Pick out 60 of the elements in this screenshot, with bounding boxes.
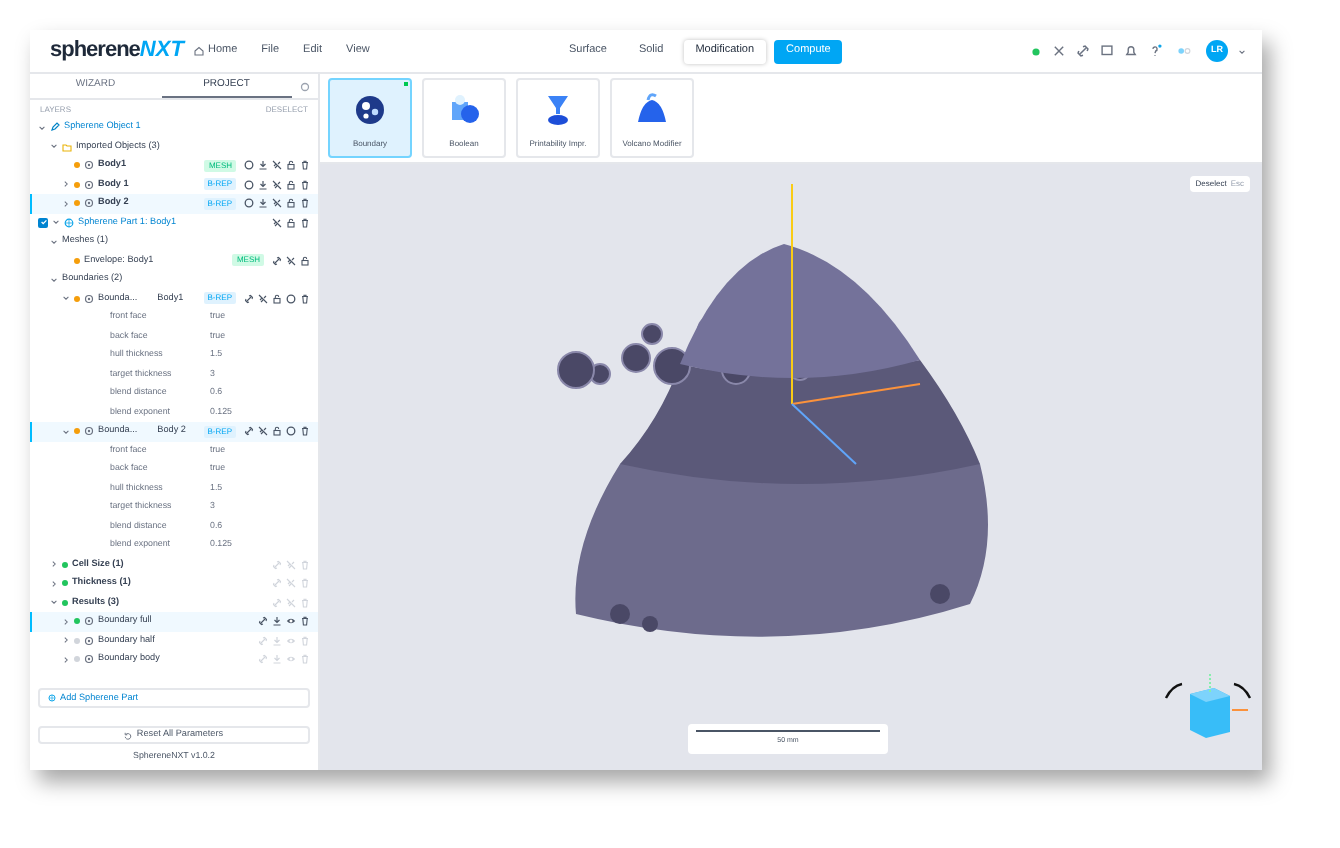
- checkbox[interactable]: [38, 217, 48, 228]
- status-dot-icon: [1030, 45, 1042, 57]
- chevron-right-icon[interactable]: [62, 617, 70, 626]
- link-icon[interactable]: [272, 255, 282, 266]
- link-icon[interactable]: [244, 293, 254, 304]
- chevron-right-icon[interactable]: [50, 560, 58, 569]
- delete-icon[interactable]: [300, 198, 310, 209]
- delete-icon[interactable]: [300, 616, 310, 627]
- delete-icon[interactable]: [300, 293, 310, 304]
- circle-icon[interactable]: [244, 179, 254, 190]
- link-icon[interactable]: [258, 616, 268, 627]
- circle-icon[interactable]: [286, 293, 296, 304]
- delete-icon[interactable]: [300, 426, 310, 437]
- lock-icon[interactable]: [286, 179, 296, 190]
- lock-icon[interactable]: [272, 426, 282, 437]
- unlink-icon[interactable]: [272, 198, 282, 209]
- link-icon[interactable]: [1076, 44, 1090, 58]
- chevron-right-icon[interactable]: [62, 636, 70, 645]
- eye-icon[interactable]: [286, 616, 296, 627]
- delete-icon[interactable]: [300, 160, 310, 171]
- unlink-icon[interactable]: [272, 160, 282, 171]
- settings-icon[interactable]: [300, 81, 310, 91]
- unlink-icon[interactable]: [272, 217, 282, 228]
- link-icon[interactable]: [244, 426, 254, 437]
- folder-icon: [62, 141, 72, 152]
- download-icon[interactable]: [272, 616, 282, 627]
- circle-icon[interactable]: [286, 426, 296, 437]
- chevron-right-icon[interactable]: [62, 655, 70, 664]
- delete-icon[interactable]: [300, 217, 310, 228]
- sphere-icon: [350, 90, 390, 130]
- caret-icon[interactable]: [1238, 47, 1246, 55]
- unlink-icon[interactable]: [286, 255, 296, 266]
- reset-icon: [124, 731, 133, 740]
- logo-suffix: NXT: [139, 36, 184, 67]
- theme-toggle-icon[interactable]: [1172, 44, 1196, 58]
- bell-icon[interactable]: [1124, 44, 1138, 58]
- download-icon[interactable]: [258, 160, 268, 171]
- unlink-icon[interactable]: [258, 426, 268, 437]
- lock-icon[interactable]: [286, 160, 296, 171]
- home-icon: [194, 46, 204, 56]
- lock-icon[interactable]: [300, 255, 310, 266]
- logo-wordmark: spherene: [50, 36, 140, 67]
- check-icon: [39, 218, 47, 227]
- unlink-icon[interactable]: [258, 293, 268, 304]
- lock-icon[interactable]: [272, 293, 282, 304]
- help-icon[interactable]: [1148, 44, 1162, 58]
- chevron-right-icon[interactable]: [62, 199, 70, 208]
- chevron-right-icon[interactable]: [62, 180, 70, 189]
- circle-icon[interactable]: [244, 160, 254, 171]
- sphere-icon: [64, 217, 74, 228]
- sphere-icon: [48, 694, 56, 703]
- circle-icon[interactable]: [244, 198, 254, 209]
- pencil-icon: [50, 122, 60, 133]
- unlink-icon[interactable]: [272, 179, 282, 190]
- download-icon[interactable]: [258, 198, 268, 209]
- lock-icon[interactable]: [286, 198, 296, 209]
- chevron-right-icon[interactable]: [50, 579, 58, 588]
- lock-icon[interactable]: [286, 217, 296, 228]
- delete-icon[interactable]: [300, 179, 310, 190]
- download-icon[interactable]: [258, 179, 268, 190]
